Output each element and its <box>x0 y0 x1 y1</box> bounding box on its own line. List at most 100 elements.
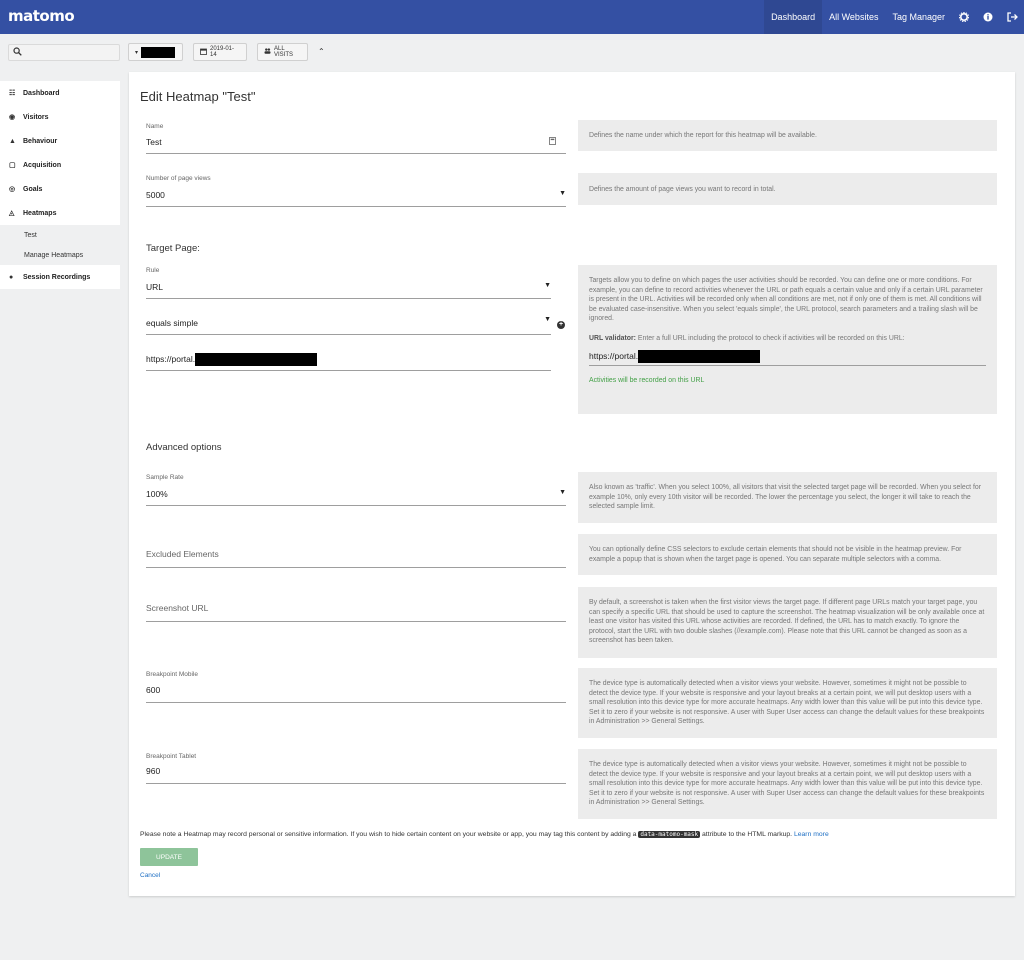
sample-rate-select[interactable]: Sample Rate 100% ▼ <box>146 473 566 506</box>
advanced-options-title: Advanced options <box>146 442 222 453</box>
learn-more-link[interactable]: Learn more <box>794 831 829 838</box>
nav-all-websites[interactable]: All Websites <box>822 0 885 34</box>
segment-label: ALL VISITS <box>274 46 294 58</box>
excluded-elements-placeholder: Excluded Elements <box>146 549 219 559</box>
url-validator-input[interactable]: https://portal. <box>589 347 986 366</box>
sidebar-item-dashboard[interactable]: ☷ Dashboard <box>0 81 120 105</box>
add-condition-icon[interactable]: + <box>557 321 565 329</box>
breakpoint-mobile-help: The device type is automatically detecte… <box>578 668 997 738</box>
date-selector[interactable]: 2019-01-14 <box>193 43 247 61</box>
sidebar-item-label: Goals <box>23 185 43 193</box>
sidebar-item-behaviour[interactable]: ▲ Behaviour <box>0 129 120 153</box>
match-type-value: equals simple <box>146 318 198 328</box>
gear-icon[interactable] <box>952 0 976 34</box>
breakpoint-mobile-value: 600 <box>146 685 161 695</box>
sample-rate-help: Also known as 'traffic'. When you select… <box>578 472 997 523</box>
sidebar-subitem-test[interactable]: Test <box>0 225 120 245</box>
edit-heatmap-card: Edit Heatmap "Test" Name Test Defines th… <box>129 72 1015 896</box>
nav-dashboard[interactable]: Dashboard <box>764 0 823 34</box>
search-icon <box>13 47 22 58</box>
goals-icon: ◎ <box>9 186 16 193</box>
sidebar-subitem-manage-heatmaps[interactable]: Manage Heatmaps <box>0 245 120 265</box>
privacy-note-text: Please note a Heatmap may record persona… <box>140 831 637 838</box>
sidebar-item-label: Session Recordings <box>23 273 91 281</box>
url-validator-text: URL validator: Enter a full URL includin… <box>589 334 986 344</box>
sidebar-item-label: Visitors <box>23 113 49 121</box>
sidebar-item-label: Dashboard <box>23 89 60 97</box>
url-validator-label: URL validator: <box>589 334 636 342</box>
name-value: Test <box>146 137 162 147</box>
chevron-down-icon: ▾ <box>135 49 139 56</box>
breakpoint-mobile-label: Breakpoint Mobile <box>146 671 199 678</box>
caret-down-icon: ▼ <box>559 190 566 197</box>
url-validator-desc: Enter a full URL including the protocol … <box>637 334 905 342</box>
behaviour-icon: ▲ <box>9 137 16 145</box>
date-label: 2019-01-14 <box>210 46 235 58</box>
visitors-icon: ◉ <box>9 114 16 121</box>
excluded-elements-help: You can optionally define CSS selectors … <box>578 534 997 575</box>
page-title: Edit Heatmap "Test" <box>140 89 256 104</box>
screenshot-url-help: By default, a screenshot is taken when t… <box>578 587 997 658</box>
name-field[interactable]: Name Test <box>146 122 566 154</box>
pageviews-select[interactable]: Number of page views 5000 ▼ <box>146 174 566 207</box>
name-help: Defines the name under which the report … <box>578 120 997 151</box>
rule-value: URL <box>146 282 164 292</box>
url-validator-result: Activities will be recorded on this URL <box>589 377 705 384</box>
caret-down-icon: ▼ <box>544 282 551 289</box>
heatmaps-icon: ◬ <box>9 210 15 217</box>
sidebar-item-heatmaps[interactable]: ◬ Heatmaps <box>0 201 120 225</box>
redacted-validator-url <box>638 350 761 363</box>
acquisition-icon: ▢ <box>9 162 16 169</box>
sign-out-icon[interactable] <box>1000 0 1024 34</box>
screenshot-url-input[interactable]: Screenshot URL <box>146 600 566 622</box>
pageviews-value: 5000 <box>146 190 165 200</box>
redacted-site-name <box>141 46 176 58</box>
privacy-note-suffix: attribute to the HTML markup. <box>702 831 793 838</box>
sidebar-item-acquisition[interactable]: ▢ Acquisition <box>0 153 120 177</box>
rule-select[interactable]: Rule URL ▼ <box>146 266 551 299</box>
sidebar-item-label: Acquisition <box>23 161 62 169</box>
name-label: Name <box>146 123 164 130</box>
cancel-link[interactable]: Cancel <box>140 872 160 879</box>
matomo-logo[interactable]: matomo <box>8 7 75 25</box>
top-nav: Dashboard All Websites Tag Manager <box>764 0 1024 34</box>
caret-down-icon: ▼ <box>559 489 566 496</box>
pageviews-label: Number of page views <box>146 175 211 182</box>
screenshot-url-placeholder: Screenshot URL <box>146 603 209 613</box>
nav-tag-manager[interactable]: Tag Manager <box>885 0 952 34</box>
rule-label: Rule <box>146 267 160 274</box>
sidebar-item-label: Heatmaps <box>23 209 57 217</box>
update-button[interactable]: UPDATE <box>140 848 198 866</box>
recordings-icon: ● <box>9 273 14 281</box>
top-header: matomo Dashboard All Websites Tag Manage… <box>0 0 1024 34</box>
sample-rate-value: 100% <box>146 489 168 499</box>
help-icon[interactable] <box>976 0 1000 34</box>
breakpoint-tablet-help: The device type is automatically detecte… <box>578 749 997 819</box>
target-help-text: Targets allow you to define on which pag… <box>589 277 983 322</box>
sidebar-item-goals[interactable]: ◎ Goals <box>0 177 120 201</box>
target-url-value: https://portal. <box>146 353 318 366</box>
sample-rate-label: Sample Rate <box>146 474 184 481</box>
search-input[interactable] <box>8 44 120 61</box>
sidebar-item-label: Behaviour <box>23 137 58 145</box>
breakpoint-mobile-input[interactable]: Breakpoint Mobile 600 <box>146 670 566 703</box>
segment-selector[interactable]: ALL VISITS <box>257 43 308 61</box>
excluded-elements-input[interactable]: Excluded Elements <box>146 546 566 568</box>
segment-icon <box>264 48 271 56</box>
sidebar: ☷ Dashboard ◉ Visitors ▲ Behaviour ▢ Acq… <box>0 72 120 289</box>
breakpoint-tablet-input[interactable]: Breakpoint Tablet 960 <box>146 752 566 784</box>
redacted-url <box>195 353 318 366</box>
sidebar-item-session-recordings[interactable]: ● Session Recordings <box>0 265 120 289</box>
privacy-note: Please note a Heatmap may record persona… <box>140 831 829 838</box>
target-url-input[interactable]: https://portal. <box>146 350 551 371</box>
collapse-icon[interactable]: ⌃ <box>318 47 325 56</box>
target-page-title: Target Page: <box>146 243 200 254</box>
breakpoint-tablet-value: 960 <box>146 766 161 776</box>
dashboard-icon: ☷ <box>9 90 16 97</box>
privacy-note-code: data-matomo-mask <box>638 831 701 838</box>
site-selector[interactable]: ▾ <box>128 43 183 61</box>
match-type-select[interactable]: equals simple ▼ <box>146 315 551 335</box>
breakpoint-tablet-label: Breakpoint Tablet <box>146 753 197 760</box>
caret-down-icon: ▼ <box>544 316 551 323</box>
sidebar-item-visitors[interactable]: ◉ Visitors <box>0 105 120 129</box>
